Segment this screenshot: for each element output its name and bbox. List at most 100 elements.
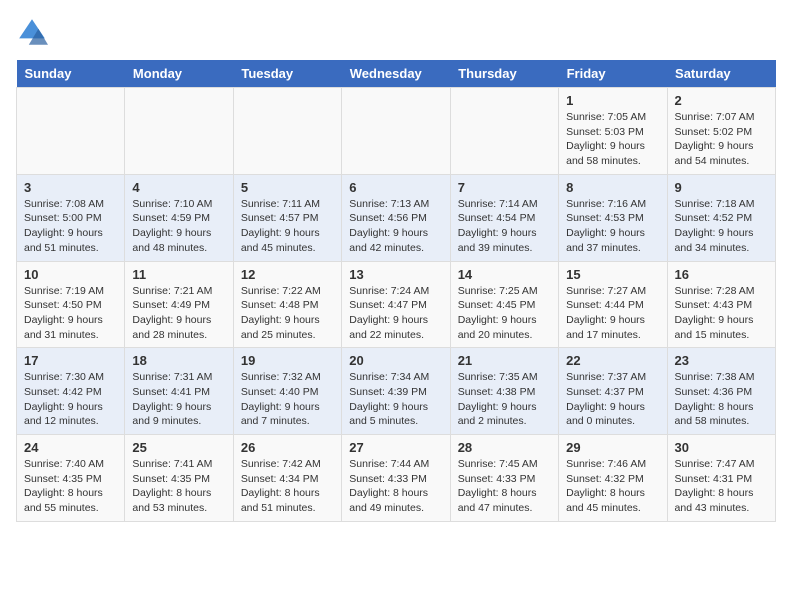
calendar-week-3: 17Sunrise: 7:30 AM Sunset: 4:42 PM Dayli… bbox=[17, 348, 776, 435]
day-info: Sunrise: 7:32 AM Sunset: 4:40 PM Dayligh… bbox=[241, 370, 334, 429]
day-number: 19 bbox=[241, 353, 334, 368]
day-info: Sunrise: 7:11 AM Sunset: 4:57 PM Dayligh… bbox=[241, 197, 334, 256]
day-info: Sunrise: 7:07 AM Sunset: 5:02 PM Dayligh… bbox=[675, 110, 768, 169]
day-number: 15 bbox=[566, 267, 659, 282]
day-number: 12 bbox=[241, 267, 334, 282]
calendar-cell: 9 Sunrise: 7:18 AM Sunset: 4:52 PM Daylig… bbox=[667, 174, 775, 261]
day-info: Sunrise: 7:35 AM Sunset: 4:38 PM Dayligh… bbox=[458, 370, 551, 429]
calendar-cell bbox=[17, 88, 125, 175]
day-info: Sunrise: 7:05 AM Sunset: 5:03 PM Dayligh… bbox=[566, 110, 659, 169]
day-number: 7 bbox=[458, 180, 551, 195]
day-number: 11 bbox=[132, 267, 225, 282]
calendar-cell: 6Sunrise: 7:13 AM Sunset: 4:56 PM Daylig… bbox=[342, 174, 450, 261]
calendar-cell: 5 Sunrise: 7:11 AM Sunset: 4:57 PM Daylig… bbox=[233, 174, 341, 261]
calendar-cell: 24Sunrise: 7:40 AM Sunset: 4:35 PM Dayli… bbox=[17, 435, 125, 522]
calendar-week-1: 3 Sunrise: 7:08 AM Sunset: 5:00 PM Daylig… bbox=[17, 174, 776, 261]
calendar-cell: 10 Sunrise: 7:19 AM Sunset: 4:50 PM Dayli… bbox=[17, 261, 125, 348]
calendar-header: SundayMondayTuesdayWednesdayThursdayFrid… bbox=[17, 60, 776, 88]
calendar-cell: 29Sunrise: 7:46 AM Sunset: 4:32 PM Dayli… bbox=[559, 435, 667, 522]
day-number: 26 bbox=[241, 440, 334, 455]
day-number: 10 bbox=[24, 267, 117, 282]
calendar-cell: 28 Sunrise: 7:45 AM Sunset: 4:33 PM Dayli… bbox=[450, 435, 558, 522]
day-number: 16 bbox=[675, 267, 768, 282]
header-saturday: Saturday bbox=[667, 60, 775, 88]
day-info: Sunrise: 7:25 AM Sunset: 4:45 PM Dayligh… bbox=[458, 284, 551, 343]
calendar-cell: 20 Sunrise: 7:34 AM Sunset: 4:39 PM Dayli… bbox=[342, 348, 450, 435]
day-info: Sunrise: 7:08 AM Sunset: 5:00 PM Dayligh… bbox=[24, 197, 117, 256]
day-number: 24 bbox=[24, 440, 117, 455]
calendar-week-0: 1 Sunrise: 7:05 AM Sunset: 5:03 PM Daylig… bbox=[17, 88, 776, 175]
day-info: Sunrise: 7:46 AM Sunset: 4:32 PM Dayligh… bbox=[566, 457, 659, 516]
calendar-cell bbox=[342, 88, 450, 175]
calendar-cell: 1 Sunrise: 7:05 AM Sunset: 5:03 PM Daylig… bbox=[559, 88, 667, 175]
day-number: 30 bbox=[675, 440, 768, 455]
day-number: 5 bbox=[241, 180, 334, 195]
calendar-cell: 2 Sunrise: 7:07 AM Sunset: 5:02 PM Daylig… bbox=[667, 88, 775, 175]
day-number: 23 bbox=[675, 353, 768, 368]
calendar-cell bbox=[450, 88, 558, 175]
header-wednesday: Wednesday bbox=[342, 60, 450, 88]
day-number: 4 bbox=[132, 180, 225, 195]
calendar-cell bbox=[233, 88, 341, 175]
day-number: 3 bbox=[24, 180, 117, 195]
day-info: Sunrise: 7:22 AM Sunset: 4:48 PM Dayligh… bbox=[241, 284, 334, 343]
calendar-cell: 11 Sunrise: 7:21 AM Sunset: 4:49 PM Dayli… bbox=[125, 261, 233, 348]
calendar-cell: 4 Sunrise: 7:10 AM Sunset: 4:59 PM Daylig… bbox=[125, 174, 233, 261]
day-info: Sunrise: 7:34 AM Sunset: 4:39 PM Dayligh… bbox=[349, 370, 442, 429]
logo bbox=[16, 16, 52, 48]
day-number: 20 bbox=[349, 353, 442, 368]
calendar-cell: 25Sunrise: 7:41 AM Sunset: 4:35 PM Dayli… bbox=[125, 435, 233, 522]
day-number: 21 bbox=[458, 353, 551, 368]
calendar-cell: 3 Sunrise: 7:08 AM Sunset: 5:00 PM Daylig… bbox=[17, 174, 125, 261]
calendar-cell: 14 Sunrise: 7:25 AM Sunset: 4:45 PM Dayli… bbox=[450, 261, 558, 348]
header-row: SundayMondayTuesdayWednesdayThursdayFrid… bbox=[17, 60, 776, 88]
day-info: Sunrise: 7:19 AM Sunset: 4:50 PM Dayligh… bbox=[24, 284, 117, 343]
calendar-cell: 23 Sunrise: 7:38 AM Sunset: 4:36 PM Dayli… bbox=[667, 348, 775, 435]
day-number: 22 bbox=[566, 353, 659, 368]
calendar-cell: 13 Sunrise: 7:24 AM Sunset: 4:47 PM Dayli… bbox=[342, 261, 450, 348]
header-monday: Monday bbox=[125, 60, 233, 88]
day-info: Sunrise: 7:41 AM Sunset: 4:35 PM Dayligh… bbox=[132, 457, 225, 516]
calendar-body: 1 Sunrise: 7:05 AM Sunset: 5:03 PM Daylig… bbox=[17, 88, 776, 522]
calendar-cell bbox=[125, 88, 233, 175]
day-number: 28 bbox=[458, 440, 551, 455]
calendar-cell: 12 Sunrise: 7:22 AM Sunset: 4:48 PM Dayli… bbox=[233, 261, 341, 348]
calendar-cell: 19 Sunrise: 7:32 AM Sunset: 4:40 PM Dayli… bbox=[233, 348, 341, 435]
calendar-cell: 18 Sunrise: 7:31 AM Sunset: 4:41 PM Dayli… bbox=[125, 348, 233, 435]
day-info: Sunrise: 7:28 AM Sunset: 4:43 PM Dayligh… bbox=[675, 284, 768, 343]
calendar-cell: 27 Sunrise: 7:44 AM Sunset: 4:33 PM Dayli… bbox=[342, 435, 450, 522]
calendar-cell: 21 Sunrise: 7:35 AM Sunset: 4:38 PM Dayli… bbox=[450, 348, 558, 435]
day-info: Sunrise: 7:24 AM Sunset: 4:47 PM Dayligh… bbox=[349, 284, 442, 343]
day-number: 2 bbox=[675, 93, 768, 108]
day-number: 18 bbox=[132, 353, 225, 368]
day-info: Sunrise: 7:37 AM Sunset: 4:37 PM Dayligh… bbox=[566, 370, 659, 429]
day-info: Sunrise: 7:44 AM Sunset: 4:33 PM Dayligh… bbox=[349, 457, 442, 516]
day-info: Sunrise: 7:38 AM Sunset: 4:36 PM Dayligh… bbox=[675, 370, 768, 429]
page-header bbox=[16, 16, 776, 48]
day-number: 1 bbox=[566, 93, 659, 108]
day-info: Sunrise: 7:31 AM Sunset: 4:41 PM Dayligh… bbox=[132, 370, 225, 429]
header-thursday: Thursday bbox=[450, 60, 558, 88]
day-info: Sunrise: 7:18 AM Sunset: 4:52 PM Dayligh… bbox=[675, 197, 768, 256]
logo-icon bbox=[16, 16, 48, 48]
day-info: Sunrise: 7:42 AM Sunset: 4:34 PM Dayligh… bbox=[241, 457, 334, 516]
calendar-cell: 17Sunrise: 7:30 AM Sunset: 4:42 PM Dayli… bbox=[17, 348, 125, 435]
calendar-cell: 8 Sunrise: 7:16 AM Sunset: 4:53 PM Daylig… bbox=[559, 174, 667, 261]
day-info: Sunrise: 7:45 AM Sunset: 4:33 PM Dayligh… bbox=[458, 457, 551, 516]
day-number: 9 bbox=[675, 180, 768, 195]
calendar-cell: 30Sunrise: 7:47 AM Sunset: 4:31 PM Dayli… bbox=[667, 435, 775, 522]
header-sunday: Sunday bbox=[17, 60, 125, 88]
header-friday: Friday bbox=[559, 60, 667, 88]
day-number: 8 bbox=[566, 180, 659, 195]
day-info: Sunrise: 7:16 AM Sunset: 4:53 PM Dayligh… bbox=[566, 197, 659, 256]
day-number: 13 bbox=[349, 267, 442, 282]
day-info: Sunrise: 7:30 AM Sunset: 4:42 PM Dayligh… bbox=[24, 370, 117, 429]
day-number: 14 bbox=[458, 267, 551, 282]
day-number: 27 bbox=[349, 440, 442, 455]
day-info: Sunrise: 7:21 AM Sunset: 4:49 PM Dayligh… bbox=[132, 284, 225, 343]
day-info: Sunrise: 7:10 AM Sunset: 4:59 PM Dayligh… bbox=[132, 197, 225, 256]
calendar-cell: 22 Sunrise: 7:37 AM Sunset: 4:37 PM Dayli… bbox=[559, 348, 667, 435]
calendar-cell: 7 Sunrise: 7:14 AM Sunset: 4:54 PM Daylig… bbox=[450, 174, 558, 261]
day-info: Sunrise: 7:14 AM Sunset: 4:54 PM Dayligh… bbox=[458, 197, 551, 256]
calendar-cell: 15Sunrise: 7:27 AM Sunset: 4:44 PM Dayli… bbox=[559, 261, 667, 348]
